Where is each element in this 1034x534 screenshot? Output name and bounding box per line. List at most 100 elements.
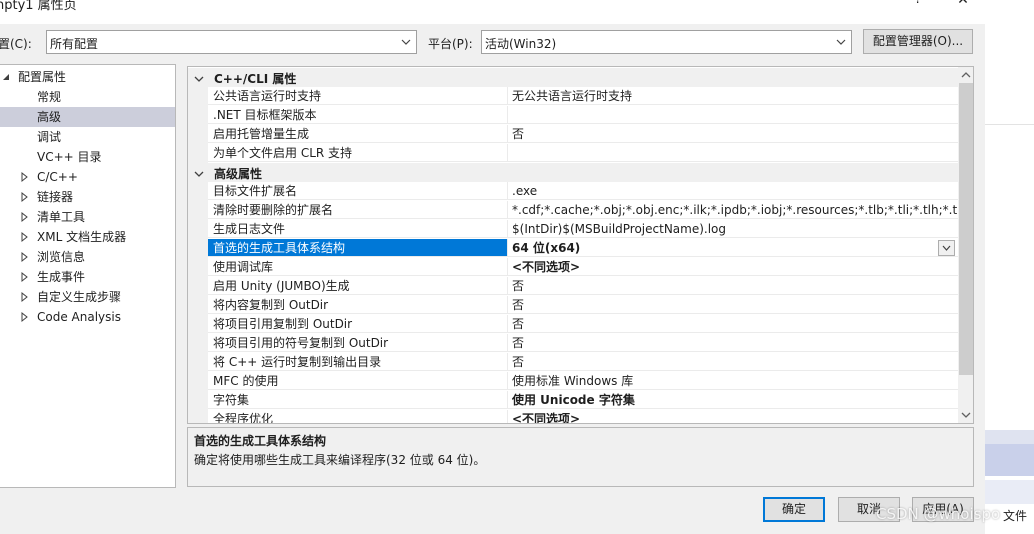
- configuration-manager-button[interactable]: 配置管理器(O)...: [863, 29, 973, 54]
- tree-item[interactable]: 清单工具: [0, 207, 175, 227]
- property-name[interactable]: 清除时要删除的扩展名: [208, 201, 508, 219]
- property-name[interactable]: 将内容复制到 OutDir: [208, 296, 508, 314]
- property-value[interactable]: 否: [508, 353, 958, 371]
- property-name[interactable]: 使用调试库: [208, 258, 508, 276]
- value-dropdown-chevron-icon[interactable]: [938, 240, 955, 256]
- help-button[interactable]: ?: [908, 0, 928, 12]
- property-value[interactable]: [508, 106, 958, 124]
- property-name[interactable]: MFC 的使用: [208, 372, 508, 390]
- property-value[interactable]: [508, 144, 958, 162]
- property-name[interactable]: 公共语言运行时支持: [208, 87, 508, 105]
- property-row[interactable]: 字符集 使用 Unicode 字符集: [208, 391, 958, 410]
- window-title: npty1 属性页: [0, 0, 77, 13]
- property-name[interactable]: 全程序优化: [208, 410, 508, 423]
- grid-category[interactable]: C++/CLI 属性: [188, 68, 958, 87]
- collapsed-triangle-icon[interactable]: [20, 307, 30, 327]
- ok-button[interactable]: 确定: [763, 497, 825, 522]
- grid-category[interactable]: 高级属性: [188, 163, 958, 182]
- tree-item-label: 高级: [37, 110, 62, 124]
- property-row[interactable]: 目标文件扩展名 .exe: [208, 182, 958, 201]
- background-strip: [985, 430, 1034, 444]
- tree-root-label: 配置属性: [18, 70, 67, 84]
- collapsed-triangle-icon[interactable]: [20, 267, 30, 287]
- property-value[interactable]: 否: [508, 296, 958, 314]
- property-name[interactable]: 启用托管增量生成: [208, 125, 508, 143]
- collapse-chevron-icon[interactable]: [194, 168, 204, 178]
- tree-item[interactable]: 生成事件: [0, 267, 175, 287]
- tree-item-label: VC++ 目录: [37, 150, 102, 164]
- property-value[interactable]: 否: [508, 315, 958, 333]
- tree-item[interactable]: 自定义生成步骤: [0, 287, 175, 307]
- scrollbar-thumb[interactable]: [959, 83, 973, 375]
- tree-item-label: 生成事件: [37, 270, 86, 284]
- property-row[interactable]: .NET 目标框架版本: [208, 106, 958, 125]
- property-value[interactable]: 使用标准 Windows 库: [508, 372, 958, 390]
- property-value[interactable]: *.cdf;*.cache;*.obj;*.obj.enc;*.ilk;*.ip…: [508, 201, 958, 219]
- property-row[interactable]: 将 C++ 运行时复制到输出目录否: [208, 353, 958, 372]
- property-name[interactable]: 字符集: [208, 391, 508, 409]
- tree-item[interactable]: VC++ 目录: [0, 147, 175, 167]
- tree-item-label: 常规: [37, 90, 62, 104]
- property-name[interactable]: 首选的生成工具体系结构: [208, 239, 508, 257]
- property-value[interactable]: 否: [508, 334, 958, 352]
- close-button[interactable]: ✕: [952, 0, 974, 12]
- property-row[interactable]: 全程序优化 <不同选项>: [208, 410, 958, 423]
- collapsed-triangle-icon[interactable]: [20, 247, 30, 267]
- property-value[interactable]: $(IntDir)$(MSBuildProjectName).log: [508, 220, 958, 238]
- property-row[interactable]: 将项目引用复制到 OutDir 否: [208, 315, 958, 334]
- collapsed-triangle-icon[interactable]: [20, 207, 30, 227]
- tree-item[interactable]: C/C++: [0, 167, 175, 187]
- property-value[interactable]: 否: [508, 277, 958, 295]
- property-name[interactable]: 启用 Unity (JUMBO)生成: [208, 277, 508, 295]
- property-row[interactable]: 启用 Unity (JUMBO)生成否: [208, 277, 958, 296]
- property-name[interactable]: 目标文件扩展名: [208, 182, 508, 200]
- property-value[interactable]: 无公共语言运行时支持: [508, 87, 958, 105]
- property-name[interactable]: 将项目引用复制到 OutDir: [208, 315, 508, 333]
- property-row[interactable]: 启用托管增量生成否: [208, 125, 958, 144]
- property-name[interactable]: 将 C++ 运行时复制到输出目录: [208, 353, 508, 371]
- property-row[interactable]: 首选的生成工具体系结构 64 位(x64): [208, 239, 958, 258]
- tree-item[interactable]: 常规: [0, 87, 175, 107]
- scroll-down-arrow-icon[interactable]: [958, 407, 973, 423]
- tree-item[interactable]: 调试: [0, 127, 175, 147]
- collapsed-triangle-icon[interactable]: [20, 187, 30, 207]
- property-name[interactable]: .NET 目标框架版本: [208, 106, 508, 124]
- property-row[interactable]: 将内容复制到 OutDir 否: [208, 296, 958, 315]
- property-value[interactable]: 使用 Unicode 字符集: [508, 391, 958, 409]
- property-value[interactable]: <不同选项>: [508, 258, 958, 276]
- property-row[interactable]: 公共语言运行时支持 无公共语言运行时支持: [208, 87, 958, 106]
- property-row[interactable]: 将项目引用的符号复制到 OutDir 否: [208, 334, 958, 353]
- property-row[interactable]: 使用调试库 <不同选项>: [208, 258, 958, 277]
- property-row[interactable]: 为单个文件启用 CLR 支持: [208, 144, 958, 163]
- property-name[interactable]: 生成日志文件: [208, 220, 508, 238]
- description-text: 确定将使用哪些生成工具来编译程序(32 位或 64 位)。: [194, 453, 486, 467]
- scroll-up-arrow-icon[interactable]: [958, 67, 973, 83]
- property-value[interactable]: .exe: [508, 182, 958, 200]
- property-row[interactable]: MFC 的使用 使用标准 Windows 库: [208, 372, 958, 391]
- property-value[interactable]: 否: [508, 125, 958, 143]
- property-tree: 配置属性 常规高级调试 VC++ 目录 C/C++ 链接器 清单工具 XML 文档生成器浏…: [0, 64, 176, 488]
- platform-select[interactable]: 活动(Win32): [481, 30, 852, 54]
- tree-item[interactable]: 浏览信息: [0, 247, 175, 267]
- property-value[interactable]: <不同选项>: [508, 410, 958, 423]
- property-row[interactable]: 生成日志文件 $(IntDir)$(MSBuildProjectName).log: [208, 220, 958, 239]
- property-grid: C++/CLI 属性 公共语言运行时支持 无公共语言运行时支持 .NET 目标框架版本…: [187, 66, 974, 424]
- tree-item[interactable]: XML 文档生成器: [0, 227, 175, 247]
- collapse-chevron-icon[interactable]: [194, 73, 204, 83]
- configuration-select[interactable]: 所有配置: [46, 30, 417, 54]
- property-value[interactable]: 64 位(x64): [508, 239, 958, 257]
- property-name[interactable]: 将项目引用的符号复制到 OutDir: [208, 334, 508, 352]
- tree-item[interactable]: Code Analysis: [0, 307, 175, 327]
- chevron-down-icon: [398, 31, 414, 53]
- property-name[interactable]: 为单个文件启用 CLR 支持: [208, 144, 508, 162]
- property-row[interactable]: 清除时要删除的扩展名 *.cdf;*.cache;*.obj;*.obj.enc;…: [208, 201, 958, 220]
- collapsed-triangle-icon[interactable]: [20, 287, 30, 307]
- collapsed-triangle-icon[interactable]: [20, 227, 30, 247]
- tree-item-label: C/C++: [37, 170, 78, 184]
- platform-label: 平台(P):: [428, 37, 473, 51]
- configuration-value: 所有配置: [50, 37, 99, 51]
- tree-root-configuration-properties[interactable]: 配置属性: [0, 67, 175, 87]
- tree-item[interactable]: 高级: [0, 107, 175, 127]
- tree-item[interactable]: 链接器: [0, 187, 175, 207]
- collapsed-triangle-icon[interactable]: [20, 167, 30, 187]
